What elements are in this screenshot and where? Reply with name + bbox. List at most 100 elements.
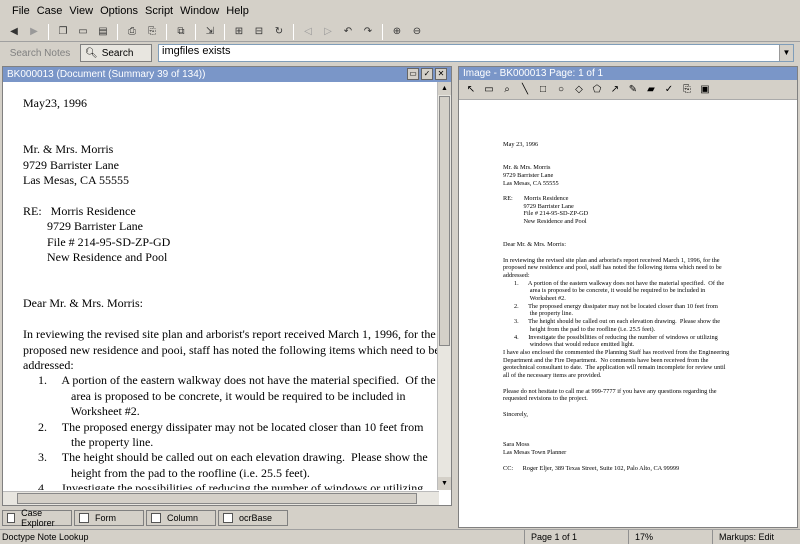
status-left: Doctype Note Lookup: [2, 532, 89, 542]
scroll-thumb[interactable]: [439, 96, 450, 346]
close-icon[interactable]: ✕: [435, 68, 447, 80]
tab-icon: [223, 513, 233, 523]
next-icon[interactable]: ▷: [320, 24, 336, 40]
attach-icon[interactable]: ⎘: [679, 84, 695, 95]
rectangle-icon[interactable]: □: [535, 84, 551, 95]
search-button[interactable]: 🔍︎ Search: [80, 44, 152, 62]
document-line: Dear Mr. & Mrs. Morris:: [23, 296, 143, 311]
tab-form[interactable]: Form: [74, 510, 144, 526]
window-icon[interactable]: ⧉: [173, 24, 189, 40]
redo-icon[interactable]: ↷: [360, 24, 376, 40]
document-line: Worksheet #2.: [23, 404, 140, 419]
check-icon[interactable]: ✓: [421, 68, 433, 80]
toolbar-separator: [117, 23, 118, 40]
image-line: File # 214-95-SD-ZP-GD: [503, 210, 589, 218]
document-window: BK000013 (Document (Summary 39 of 134)) …: [2, 66, 452, 506]
toolbar-separator: [224, 23, 225, 40]
menu-window[interactable]: Window: [180, 5, 219, 17]
search-notes-button[interactable]: Search Notes: [0, 48, 80, 59]
document-line: Mr. & Mrs. Morris: [23, 142, 114, 157]
export-icon[interactable]: ⇲: [202, 24, 218, 40]
menu-script[interactable]: Script: [145, 5, 173, 17]
pointer-icon[interactable]: ↖: [463, 84, 479, 95]
print-icon[interactable]: ⎙: [124, 24, 140, 40]
stamp-icon[interactable]: ✓: [661, 84, 677, 95]
image-line: CC: Roger Eljer, 389 Texas Street, Suite…: [503, 464, 680, 472]
back-icon[interactable]: ◀: [6, 24, 22, 40]
print-preview-icon[interactable]: ⎘: [144, 24, 160, 40]
image-line: the property line.: [503, 310, 573, 318]
pen-icon[interactable]: ✎: [625, 84, 641, 95]
image-page[interactable]: May 23, 1996 Mr. & Mrs. Morris 9729 Barri…: [503, 141, 763, 472]
menu-file[interactable]: File: [12, 5, 30, 17]
image-title: Image - BK000013 Page: 1 of 1: [459, 67, 797, 80]
document-text[interactable]: May23, 1996 Mr. & Mrs. Morris 9729 Barris…: [3, 82, 439, 490]
image-line: 3. The height should be called out on ea…: [503, 318, 721, 326]
freeform-icon[interactable]: ⬠: [589, 84, 605, 95]
previous-icon[interactable]: ◁: [300, 24, 316, 40]
image-line: [503, 249, 763, 257]
toolbar-separator: [48, 23, 49, 40]
tab-column[interactable]: Column: [146, 510, 216, 526]
document-line: 9729 Barrister Lane: [23, 157, 119, 172]
image-line: height from the pad to the roofline (i.e…: [503, 325, 656, 333]
search-input[interactable]: imgfiles exists ▼: [158, 44, 794, 62]
line-icon[interactable]: ╲: [517, 84, 533, 95]
image-line: [503, 426, 763, 434]
tab-case-explorer[interactable]: Case Explorer: [2, 508, 72, 528]
toolbar-separator: [166, 23, 167, 40]
document-line: area is proposed to be concrete, it woul…: [23, 388, 406, 403]
image-line: [503, 380, 763, 388]
tab-label: Column: [167, 513, 199, 523]
forward-icon[interactable]: ▶: [26, 24, 42, 40]
document-line: height from the pad to the roofline (i.e…: [23, 465, 310, 480]
main-toolbar: ◀ ▶ ❐ ▭ ▤ ⎙ ⎘ ⧉ ⇲ ⊞ ⊟ ↻ ◁ ▷ ↶ ↷ ⊕ ⊖: [0, 22, 800, 42]
tile-icon[interactable]: ⊞: [231, 24, 247, 40]
restore-icon[interactable]: ▭: [407, 68, 419, 80]
magnify-icon[interactable]: ⌕: [499, 84, 515, 95]
zoom-out-icon[interactable]: ⊖: [409, 24, 425, 40]
arrow-icon[interactable]: ↗: [607, 84, 623, 95]
document-line: Las Mesas, CA 55555: [23, 173, 129, 188]
horizontal-scroll-thumb[interactable]: [17, 493, 417, 504]
refresh-icon[interactable]: ↻: [271, 24, 287, 40]
polygon-icon[interactable]: ◇: [571, 84, 587, 95]
menu-bar: File Case View Options Script Window Hel…: [0, 0, 800, 22]
image-line: [503, 233, 763, 241]
note-icon[interactable]: ▣: [697, 84, 713, 95]
image-line: requested revisions to the project.: [503, 395, 588, 403]
image-line: [503, 457, 763, 465]
tab-ocrbase[interactable]: ocrBase: [218, 510, 288, 526]
image-line: proposed new residence and pool, staff h…: [503, 264, 722, 272]
menu-case[interactable]: Case: [37, 5, 63, 17]
document-line: the property line.: [23, 434, 154, 449]
new-document-icon[interactable]: ▭: [75, 24, 91, 40]
copy-icon[interactable]: ❐: [55, 24, 71, 40]
document-line: 3. The height should be called out on ea…: [23, 450, 428, 465]
undo-icon[interactable]: ↶: [340, 24, 356, 40]
folder-icon[interactable]: ▤: [95, 24, 111, 40]
image-line: Las Mesas, CA 55555: [503, 179, 559, 187]
image-line: [503, 187, 763, 195]
menu-view[interactable]: View: [69, 5, 93, 17]
vertical-scrollbar[interactable]: ▲ ▼: [437, 82, 451, 490]
document-title: BK000013 (Document (Summary 39 of 134)): [7, 69, 206, 80]
zoom-in-icon[interactable]: ⊕: [389, 24, 405, 40]
cascade-icon[interactable]: ⊟: [251, 24, 267, 40]
search-query: imgfiles exists: [162, 45, 231, 57]
dropdown-arrow-icon[interactable]: ▼: [779, 45, 793, 61]
horizontal-scrollbar[interactable]: [3, 491, 439, 505]
highlighter-icon[interactable]: ▰: [643, 84, 659, 95]
image-line: New Residence and Pool: [503, 218, 587, 226]
ellipse-icon[interactable]: ○: [553, 84, 569, 95]
image-line: 2. The proposed energy dissipater may no…: [503, 302, 718, 310]
menu-help[interactable]: Help: [226, 5, 249, 17]
menu-options[interactable]: Options: [100, 5, 138, 17]
page-icon[interactable]: ▭: [481, 84, 497, 95]
scroll-down-icon[interactable]: ▼: [438, 477, 451, 490]
scroll-up-icon[interactable]: ▲: [438, 82, 451, 95]
toolbar-separator: [195, 23, 196, 40]
